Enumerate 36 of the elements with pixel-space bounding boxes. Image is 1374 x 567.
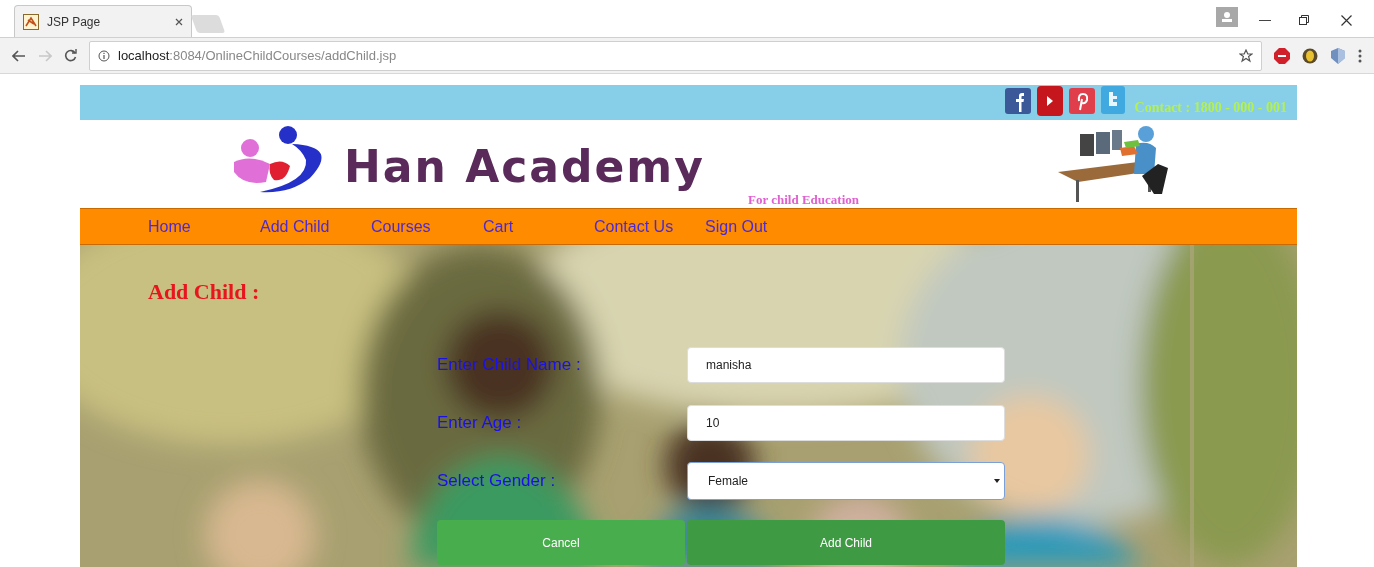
- tagline: For child Education: [748, 191, 859, 209]
- back-arrow-icon[interactable]: [12, 49, 26, 62]
- play-icon[interactable]: [1036, 86, 1063, 116]
- contact-text: Contact : 1800 - 000 - 001: [1134, 99, 1287, 117]
- reload-icon[interactable]: [64, 49, 77, 62]
- close-icon[interactable]: [1341, 15, 1352, 26]
- input-field[interactable]: 10: [687, 405, 1005, 441]
- gender-select[interactable]: Female: [687, 462, 1005, 500]
- stop-sign-icon[interactable]: [1274, 47, 1290, 64]
- cancel-button[interactable]: Cancel: [437, 520, 685, 565]
- tab-title: JSP Page: [47, 13, 102, 31]
- nav-link[interactable]: Sign Out: [705, 214, 825, 239]
- nav-link[interactable]: Courses: [371, 214, 483, 239]
- page-heading: Add Child :: [148, 279, 260, 304]
- nav-link[interactable]: Cart: [483, 214, 594, 239]
- facebook-icon[interactable]: [1004, 88, 1031, 114]
- browser-tab[interactable]: JSP Page: [14, 5, 192, 37]
- field-label: Enter Age :: [437, 412, 523, 435]
- close-icon[interactable]: [175, 17, 183, 26]
- nav-link[interactable]: Add Child: [260, 214, 371, 239]
- dropdown-caret-icon: [994, 479, 1000, 483]
- brand-name: Han Academy: [344, 140, 705, 194]
- field-label: Select Gender :: [437, 470, 557, 493]
- url-text: localhost:8084/OnlineChildCourses/addChild.jsp: [118, 46, 398, 65]
- info-icon[interactable]: [98, 49, 110, 62]
- submit-button[interactable]: Add Child: [687, 520, 1005, 565]
- address-bar[interactable]: localhost:8084/OnlineChildCourses/addChild.jsp: [89, 40, 1262, 71]
- nav-link[interactable]: Contact Us: [594, 214, 705, 239]
- restore-icon[interactable]: [1299, 15, 1309, 25]
- field-label: Enter Child Name :: [437, 354, 582, 377]
- menu-icon[interactable]: [1358, 48, 1362, 63]
- nav-link[interactable]: Home: [148, 214, 260, 239]
- input-field[interactable]: manisha: [687, 347, 1005, 383]
- star-icon[interactable]: [1239, 48, 1253, 63]
- minimize-icon[interactable]: [1259, 20, 1271, 22]
- pinterest-icon[interactable]: [1068, 88, 1095, 114]
